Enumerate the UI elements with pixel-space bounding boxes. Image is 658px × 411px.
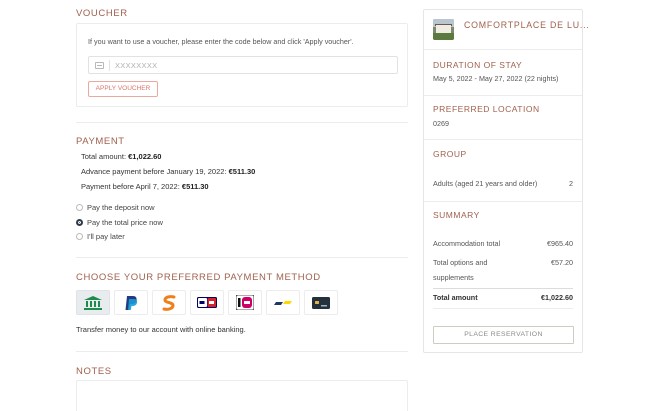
location-value: 0269 bbox=[433, 119, 449, 128]
options-value: €57.20 bbox=[551, 258, 573, 267]
location-label: PREFERRED LOCATION bbox=[433, 104, 540, 114]
group-count: 2 bbox=[569, 179, 573, 188]
duration-label: DURATION OF STAY bbox=[433, 60, 523, 70]
duration-value: May 5, 2022 - May 27, 2022 (22 nights) bbox=[433, 74, 559, 83]
grand-total-label: Total amount bbox=[433, 293, 478, 302]
property-name: COMFORTPLACE DE LU... bbox=[464, 20, 590, 30]
place-reservation-button[interactable]: PLACE RESERVATION bbox=[433, 326, 574, 344]
radio-pay-total[interactable]: Pay the total price now bbox=[76, 218, 163, 227]
property-thumbnail bbox=[433, 19, 454, 40]
final-payment-value: €511.30 bbox=[181, 182, 209, 191]
giropay-icon bbox=[197, 297, 217, 308]
method-ideal[interactable] bbox=[228, 290, 262, 315]
radio-label: I'll pay later bbox=[87, 232, 125, 241]
radio-label: Pay the total price now bbox=[87, 218, 163, 227]
sofort-icon bbox=[162, 294, 176, 311]
radio-selected-icon[interactable] bbox=[76, 219, 83, 226]
method-sofort[interactable] bbox=[152, 290, 186, 315]
group-section: GROUP Adults (aged 21 years and older) 2 bbox=[424, 140, 582, 202]
advance-payment-value: €511.30 bbox=[228, 167, 256, 176]
radio-pay-later[interactable]: I'll pay later bbox=[76, 232, 125, 241]
location-section: PREFERRED LOCATION 0269 bbox=[424, 96, 582, 140]
duration-section: DURATION OF STAY May 5, 2022 - May 27, 2… bbox=[424, 50, 582, 96]
method-giropay[interactable] bbox=[190, 290, 224, 315]
options-label-line1: Total options and bbox=[433, 258, 488, 267]
bancontact-icon bbox=[274, 300, 292, 305]
voucher-panel: If you want to use a voucher, please ent… bbox=[76, 23, 408, 107]
method-paypal[interactable] bbox=[114, 290, 148, 315]
radio-label: Pay the deposit now bbox=[87, 203, 155, 212]
radio-icon[interactable] bbox=[76, 233, 83, 240]
voucher-placeholder: XXXXXXXX bbox=[115, 61, 158, 70]
payment-method-description: Transfer money to our account with onlin… bbox=[76, 325, 246, 334]
notes-textarea[interactable] bbox=[76, 380, 408, 411]
credit-card-icon bbox=[312, 296, 330, 309]
method-bancontact[interactable] bbox=[266, 290, 300, 315]
bank-transfer-icon bbox=[84, 295, 102, 310]
apply-voucher-button[interactable]: APPLY VOUCHER bbox=[88, 81, 158, 97]
voucher-section-title: VOUCHER bbox=[76, 8, 128, 19]
payment-method-title: CHOOSE YOUR PREFERRED PAYMENT METHOD bbox=[76, 272, 321, 283]
reservation-summary-panel: COMFORTPLACE DE LU... DURATION OF STAY M… bbox=[423, 9, 589, 353]
divider bbox=[76, 351, 408, 352]
options-label-line2: supplements bbox=[433, 273, 474, 282]
divider bbox=[76, 257, 408, 258]
total-amount-label: Total amount: bbox=[81, 152, 129, 161]
accommodation-label: Accommodation total bbox=[433, 239, 501, 248]
advance-payment-label: Advance payment before January 19, 2022: bbox=[81, 167, 229, 176]
voucher-instructions: If you want to use a voucher, please ent… bbox=[88, 37, 354, 46]
voucher-code-input[interactable]: XXXXXXXX bbox=[88, 56, 398, 74]
grand-total-value: €1,022.60 bbox=[541, 293, 573, 302]
accommodation-value: €965.40 bbox=[547, 239, 573, 248]
divider bbox=[76, 122, 408, 123]
radio-pay-deposit[interactable]: Pay the deposit now bbox=[76, 203, 155, 212]
final-payment-label: Payment before April 7, 2022: bbox=[81, 182, 182, 191]
method-bank-transfer[interactable] bbox=[76, 290, 110, 315]
method-credit-card[interactable] bbox=[304, 290, 338, 315]
input-divider bbox=[109, 60, 110, 71]
notes-section-title: NOTES bbox=[76, 366, 112, 377]
total-amount-value: €1,022.60 bbox=[128, 152, 162, 161]
group-description: Adults (aged 21 years and older) bbox=[433, 179, 538, 188]
final-payment-line: Payment before April 7, 2022: €511.30 bbox=[81, 182, 209, 191]
summary-label: SUMMARY bbox=[433, 210, 480, 220]
ticket-icon bbox=[95, 62, 104, 69]
property-header: COMFORTPLACE DE LU... bbox=[424, 10, 589, 50]
payment-section-title: PAYMENT bbox=[76, 136, 125, 147]
radio-icon[interactable] bbox=[76, 204, 83, 211]
total-amount-line: Total amount: €1,022.60 bbox=[81, 152, 161, 161]
summary-bottom-divider bbox=[433, 308, 573, 309]
summary-divider bbox=[433, 288, 573, 289]
payment-method-list bbox=[76, 290, 338, 315]
advance-payment-line: Advance payment before January 19, 2022:… bbox=[81, 167, 255, 176]
ideal-icon bbox=[236, 295, 254, 310]
paypal-icon bbox=[125, 295, 138, 310]
group-label: GROUP bbox=[433, 149, 467, 159]
